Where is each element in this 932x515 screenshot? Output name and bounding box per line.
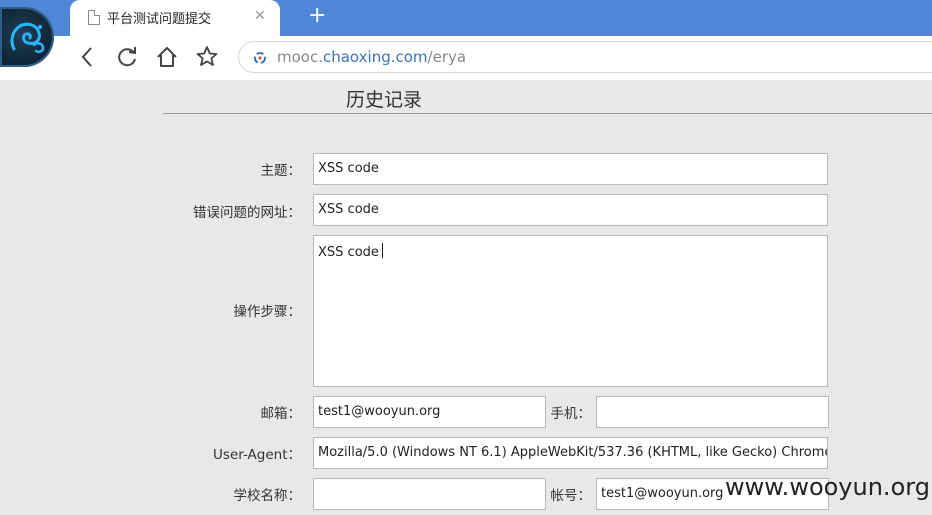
chevron-left-icon bbox=[81, 47, 92, 67]
squirrel-logo-icon[interactable] bbox=[0, 7, 54, 67]
new-tab-button[interactable]: + bbox=[308, 4, 326, 28]
url-host: chaoxing.com bbox=[322, 48, 428, 66]
bookmark-button[interactable] bbox=[193, 43, 221, 71]
page-icon bbox=[88, 10, 100, 25]
text-caret bbox=[381, 243, 383, 258]
tab-close-icon[interactable]: ✕ bbox=[254, 8, 266, 24]
school-input[interactable] bbox=[313, 478, 546, 510]
site-identity-icon bbox=[254, 52, 266, 64]
steps-label: 操作步骤： bbox=[233, 304, 302, 320]
user-agent-input[interactable]: Mozilla/5.0 (Windows NT 6.1) AppleWebKit… bbox=[313, 437, 828, 469]
heading-divider bbox=[163, 113, 932, 114]
email-input[interactable]: test1@wooyun.org bbox=[313, 396, 546, 428]
browser-tab[interactable]: 平台测试问题提交 ✕ bbox=[70, 0, 280, 36]
email-label: 邮箱： bbox=[260, 406, 302, 422]
user-agent-label: User-Agent： bbox=[213, 447, 301, 463]
steps-text: XSS code bbox=[318, 245, 379, 260]
phone-label: 手机： bbox=[550, 406, 592, 422]
tab-strip: 平台测试问题提交 ✕ + bbox=[0, 0, 932, 36]
phone-input[interactable] bbox=[596, 396, 829, 428]
browser-chrome: 平台测试问题提交 ✕ + mooc.chaoxing.com/erya bbox=[0, 0, 932, 80]
error-url-label: 错误问题的网址： bbox=[193, 205, 301, 221]
home-button[interactable] bbox=[153, 43, 181, 71]
page-content: 历史记录 主题： XSS code 错误问题的网址： XSS code 操作步骤… bbox=[0, 80, 932, 515]
steps-textarea[interactable]: XSS code bbox=[313, 235, 828, 387]
reload-button[interactable] bbox=[113, 43, 141, 71]
error-url-input[interactable]: XSS code bbox=[313, 194, 828, 226]
home-icon bbox=[157, 47, 177, 67]
address-bar[interactable]: mooc.chaoxing.com/erya bbox=[238, 41, 932, 73]
page-title: 历史记录 bbox=[346, 89, 423, 111]
subject-input[interactable]: XSS code bbox=[313, 153, 828, 185]
url-text[interactable]: mooc.chaoxing.com/erya bbox=[277, 48, 466, 66]
account-label: 帐号： bbox=[550, 488, 592, 504]
url-path: /erya bbox=[427, 48, 467, 66]
reload-icon bbox=[118, 47, 136, 67]
tab-title: 平台测试问题提交 bbox=[107, 12, 212, 27]
subject-label: 主题： bbox=[260, 163, 302, 179]
star-icon bbox=[196, 46, 218, 66]
back-button[interactable] bbox=[74, 43, 102, 71]
school-label: 学校名称： bbox=[233, 488, 302, 504]
watermark-text: www.wooyun.org bbox=[725, 473, 930, 501]
url-scheme-part: mooc. bbox=[277, 48, 323, 66]
